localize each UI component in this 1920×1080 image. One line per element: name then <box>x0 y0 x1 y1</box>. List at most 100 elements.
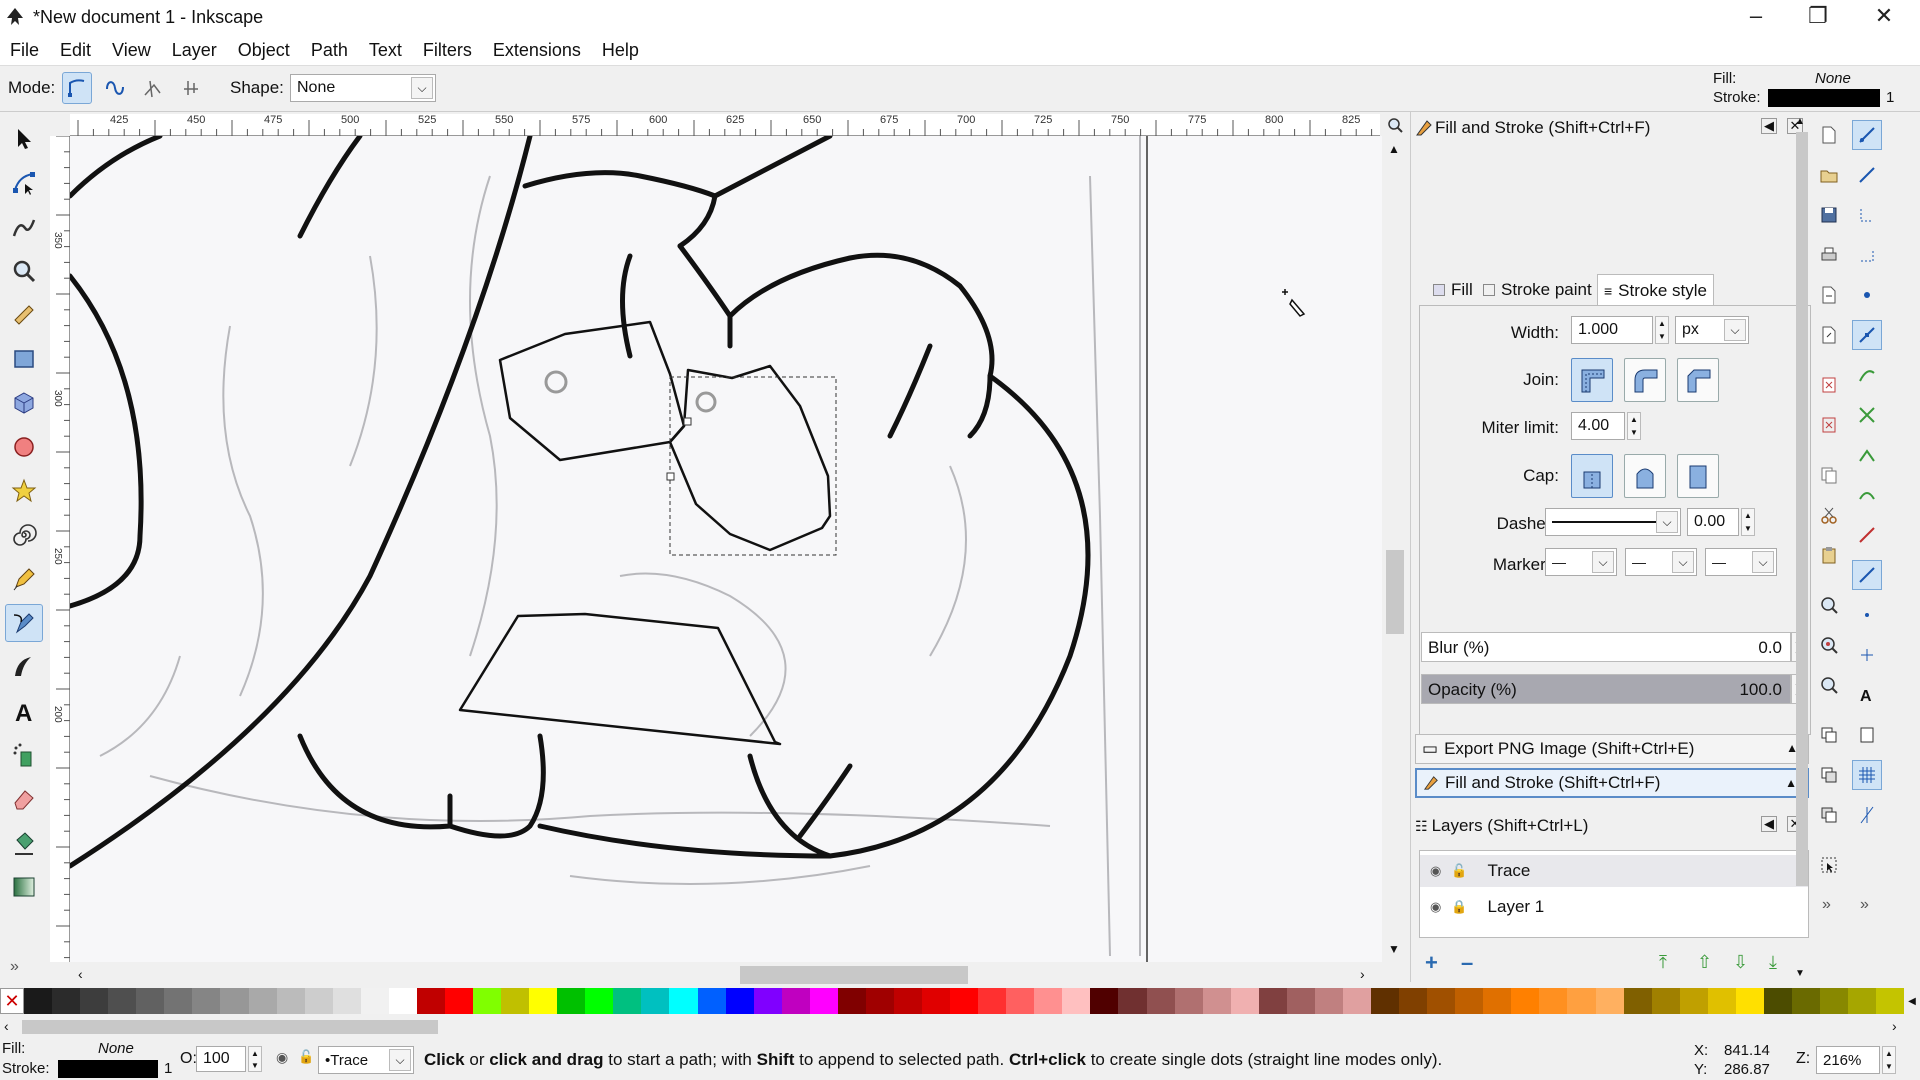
snap-toggle-icon[interactable] <box>1852 120 1882 150</box>
commands-overflow-icon[interactable]: » <box>1822 896 1831 914</box>
snap-bbox-corner-icon[interactable] <box>1852 240 1882 270</box>
color-swatch[interactable] <box>529 988 558 1014</box>
unlink-clone-icon[interactable] <box>1814 800 1844 830</box>
color-swatch[interactable] <box>1174 988 1203 1014</box>
color-swatch[interactable] <box>1258 988 1287 1014</box>
color-swatch[interactable] <box>1455 988 1484 1014</box>
color-swatch[interactable] <box>1090 988 1119 1014</box>
menu-edit[interactable]: Edit <box>60 40 91 61</box>
color-swatch[interactable] <box>1371 988 1400 1014</box>
join-bevel-button[interactable] <box>1677 358 1719 402</box>
layer-visibility-icon[interactable]: ◉ <box>276 1049 288 1066</box>
menu-filters[interactable]: Filters <box>423 40 472 61</box>
print-icon[interactable] <box>1814 240 1844 270</box>
status-stroke-swatch[interactable] <box>58 1060 158 1078</box>
menu-view[interactable]: View <box>112 40 151 61</box>
vertical-scrollbar[interactable]: ▲ ▼ <box>1382 136 1408 962</box>
redo-icon[interactable] <box>1814 410 1844 440</box>
menu-layer[interactable]: Layer <box>172 40 217 61</box>
status-opacity-spinner[interactable]: ▲ ▼ <box>248 1046 262 1072</box>
layer-lock-icon[interactable]: 🔓 <box>298 1049 314 1065</box>
color-swatch[interactable] <box>1314 988 1343 1014</box>
zoom-selection-icon[interactable] <box>1814 590 1844 620</box>
color-swatch[interactable] <box>192 988 221 1014</box>
color-swatch[interactable] <box>753 988 782 1014</box>
drawing-canvas[interactable] <box>70 136 1382 962</box>
duplicate-icon[interactable] <box>1814 720 1844 750</box>
dashes-select[interactable]: ⌵ <box>1545 508 1681 536</box>
mid-marker-select[interactable]: — ⌵ <box>1625 548 1697 576</box>
color-swatch[interactable] <box>1034 988 1063 1014</box>
snap-smooth-nodes-icon[interactable] <box>1852 480 1882 510</box>
color-swatch[interactable] <box>1342 988 1371 1014</box>
add-layer-icon[interactable]: + <box>1425 950 1438 976</box>
color-swatch[interactable] <box>1791 988 1820 1014</box>
color-swatch[interactable] <box>332 988 361 1014</box>
end-marker-select[interactable]: — ⌵ <box>1705 548 1777 576</box>
layer-row-layer1[interactable]: ◉ 🔒 Layer 1 <box>1420 891 1808 923</box>
text-tool-button[interactable]: A <box>5 692 43 730</box>
menu-path[interactable]: Path <box>311 40 348 61</box>
color-swatch[interactable] <box>248 988 277 1014</box>
color-swatch[interactable] <box>669 988 698 1014</box>
color-swatch[interactable] <box>978 988 1007 1014</box>
gradient-tool-button[interactable] <box>5 868 43 906</box>
color-swatch[interactable] <box>444 988 473 1014</box>
snap-bbox-edge-icon[interactable] <box>1852 200 1882 230</box>
color-swatch[interactable] <box>613 988 642 1014</box>
color-swatch[interactable] <box>24 988 53 1014</box>
dock-scrollbar[interactable]: ▲ ▼ <box>1793 116 1811 982</box>
palette-menu-icon[interactable]: ◀ <box>1904 988 1920 1014</box>
color-swatch[interactable] <box>136 988 165 1014</box>
color-swatch[interactable] <box>52 988 81 1014</box>
export-png-panel-header[interactable]: ▭ Export PNG Image (Shift+Ctrl+E) ▲ <box>1415 734 1809 764</box>
stroke-color-swatch[interactable] <box>1768 89 1880 107</box>
menu-object[interactable]: Object <box>238 40 290 61</box>
color-swatch[interactable] <box>893 988 922 1014</box>
save-icon[interactable] <box>1814 200 1844 230</box>
color-swatch[interactable] <box>585 988 614 1014</box>
horizontal-scroll-thumb[interactable] <box>740 966 968 984</box>
snap-line-midpoints-icon[interactable] <box>1852 520 1882 550</box>
color-swatch[interactable] <box>1202 988 1231 1014</box>
zoom-input[interactable]: 216% <box>1816 1046 1880 1074</box>
panel-iconify-icon[interactable]: ◀ <box>1761 816 1777 832</box>
select-same-icon[interactable] <box>1814 850 1844 880</box>
snap-overflow-icon[interactable]: » <box>1860 896 1869 914</box>
status-fill-value[interactable]: None <box>98 1040 134 1057</box>
selector-tool-button[interactable] <box>5 120 43 158</box>
path-node-handle[interactable] <box>666 472 675 481</box>
color-swatch[interactable] <box>1286 988 1315 1014</box>
color-swatch[interactable] <box>80 988 109 1014</box>
shape-select[interactable]: None ⌵ <box>290 74 436 102</box>
color-swatch[interactable] <box>809 988 838 1014</box>
color-swatch[interactable] <box>950 988 979 1014</box>
color-swatch[interactable] <box>865 988 894 1014</box>
scroll-down-icon[interactable]: ▼ <box>1388 942 1400 956</box>
scroll-down-icon[interactable]: ▼ <box>1795 968 1805 979</box>
color-swatch[interactable] <box>1062 988 1091 1014</box>
color-swatch[interactable] <box>1511 988 1540 1014</box>
color-swatch[interactable] <box>220 988 249 1014</box>
cut-icon[interactable] <box>1814 500 1844 530</box>
color-swatch[interactable] <box>388 988 417 1014</box>
color-swatch[interactable] <box>1763 988 1792 1014</box>
open-document-icon[interactable] <box>1814 160 1844 190</box>
pen-tool-button[interactable] <box>5 604 43 642</box>
snap-intersections-icon[interactable] <box>1852 400 1882 430</box>
unit-select[interactable]: px ⌵ <box>1675 316 1749 344</box>
menu-extensions[interactable]: Extensions <box>493 40 581 61</box>
spiro-mode-button[interactable] <box>100 72 130 104</box>
restore-icon[interactable]: ❐ <box>1787 0 1849 32</box>
opacity-slider[interactable]: Opacity (%) 100.0 <box>1421 674 1791 704</box>
calligraphy-tool-button[interactable] <box>5 648 43 686</box>
layer-row-trace[interactable]: ◉ 🔓 Trace <box>1420 855 1808 887</box>
scroll-left-icon[interactable]: ‹ <box>78 966 83 982</box>
color-swatch[interactable] <box>837 988 866 1014</box>
lock-icon[interactable]: 🔒 <box>1451 899 1467 915</box>
minimize-icon[interactable]: – <box>1725 0 1787 32</box>
measure-tool-button[interactable] <box>5 296 43 334</box>
unlock-icon[interactable]: 🔓 <box>1451 863 1467 879</box>
snap-others-icon[interactable] <box>1852 560 1882 590</box>
spray-tool-button[interactable] <box>5 736 43 774</box>
